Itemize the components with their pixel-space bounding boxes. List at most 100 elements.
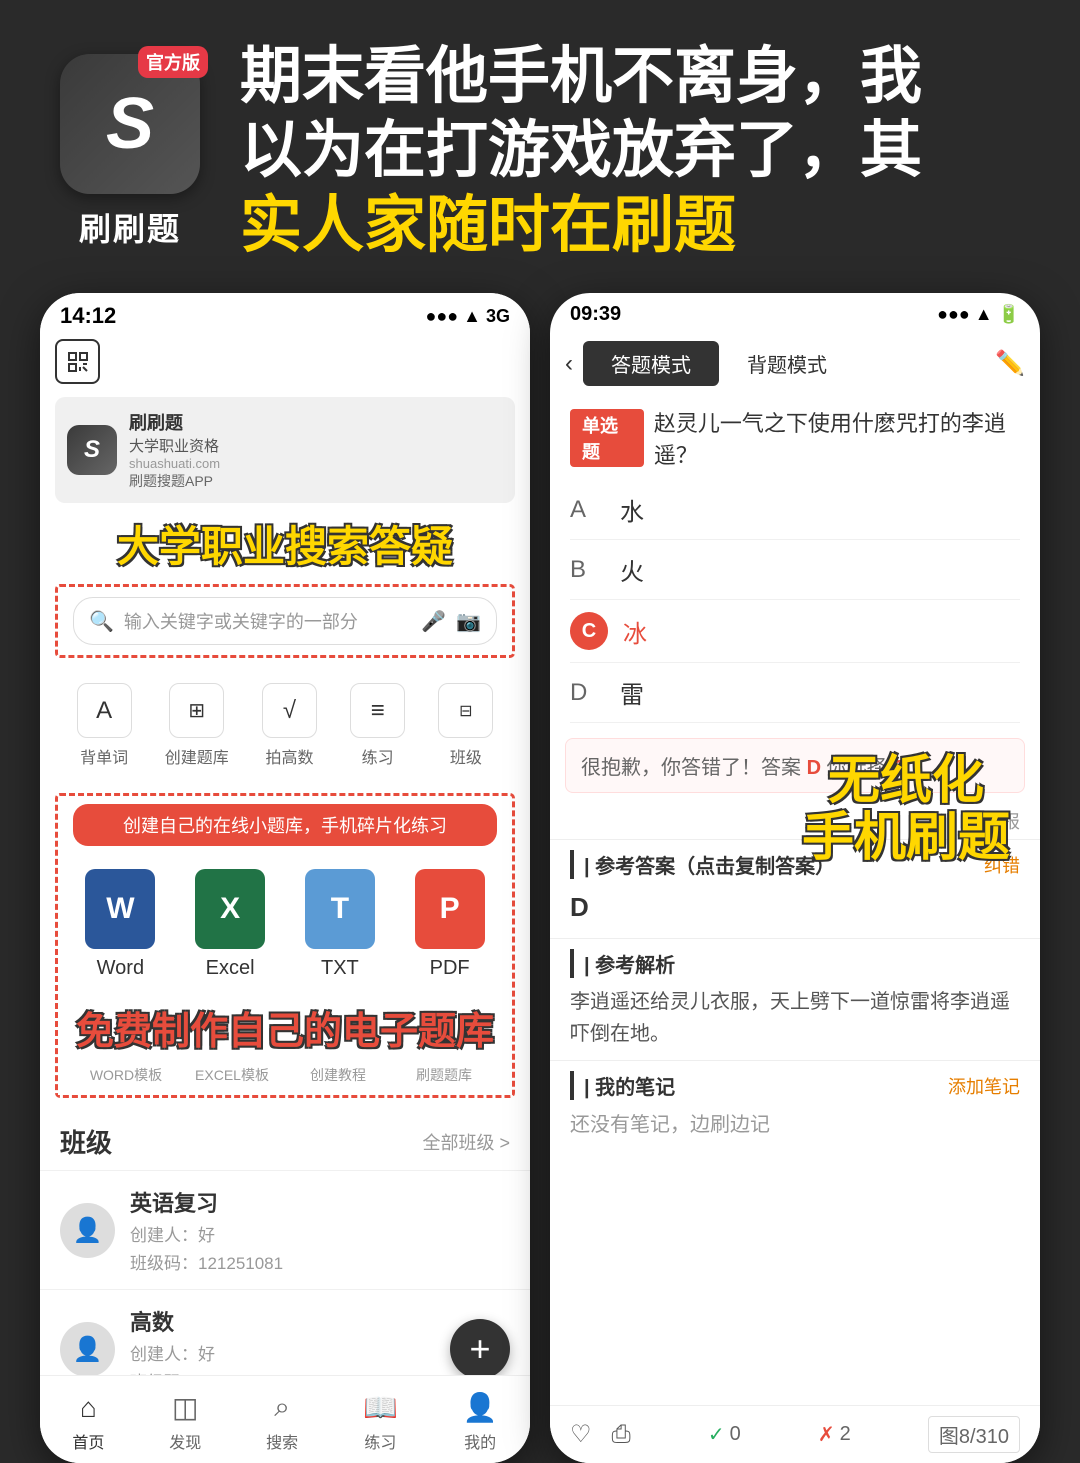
txt-label: TXT xyxy=(321,957,359,980)
nav-discover[interactable]: ◫ 发现 xyxy=(169,1391,201,1453)
headline-line2: 以为在打游戏放弃了，其 xyxy=(240,116,922,185)
selected-circle: C xyxy=(570,612,608,650)
pdf-label: PDF xyxy=(430,957,470,980)
app-icon[interactable]: 官方版 S xyxy=(60,54,200,194)
tool-create-bank[interactable]: ⊞ 创建题库 xyxy=(165,683,229,768)
scan-icon[interactable] xyxy=(55,339,100,384)
class-section-header: 班级 全部班级 > xyxy=(40,1108,530,1170)
template-tutorial[interactable]: 创建教程 xyxy=(285,1065,391,1085)
nav-profile[interactable]: 👤 我的 xyxy=(463,1391,498,1453)
reference-answer: D xyxy=(570,887,1020,928)
phones-section: 14:12 ●●● ▲ 3G S 刷刷题 大学职业 xyxy=(0,293,1080,1463)
analysis-section: | 参考解析 李逍遥还给灵儿衣服，天上劈下一道惊雷将李逍遥吓倒在地。 xyxy=(550,938,1040,1060)
file-type-excel[interactable]: X Excel xyxy=(183,869,278,980)
analysis-title: | 参考解析 xyxy=(570,949,675,978)
right-header-row: ‹ 答题模式 背题模式 ✏️ xyxy=(550,331,1040,396)
word-icon: W xyxy=(85,869,155,949)
fab-button[interactable]: + xyxy=(450,1319,510,1379)
option-a[interactable]: A 水 xyxy=(570,480,1020,540)
promo-text: 刷刷题 大学职业资格 shuashuati.com 刷题搜题APP xyxy=(129,409,503,491)
file-type-word[interactable]: W Word xyxy=(73,869,168,980)
option-c[interactable]: C 冰 xyxy=(570,600,1020,663)
back-button[interactable]: ‹ xyxy=(565,350,573,378)
search-icon: ⌕ xyxy=(274,1391,290,1424)
create-banner: 创建自己的在线小题库，手机碎片化练习 xyxy=(73,804,497,846)
app-name: 刷刷题 xyxy=(79,204,181,250)
promo-subtitle: 刷题搜题APP xyxy=(129,471,503,491)
nav-search[interactable]: ⌕ 搜索 xyxy=(266,1391,298,1453)
class-creator-english: 创建人：好 xyxy=(130,1221,510,1246)
like-icon[interactable]: ♡ xyxy=(570,1420,592,1449)
right-status-bar: 09:39 ●●● ▲ 🔋 xyxy=(550,293,1040,331)
mode-tabs: 答题模式 背题模式 xyxy=(583,341,855,386)
template-excel[interactable]: EXCEL模板 xyxy=(179,1065,285,1085)
class-info-english: 英语复习 创建人：好 班级码：121251081 xyxy=(130,1186,510,1274)
add-note-link[interactable]: 添加笔记 xyxy=(948,1073,1020,1099)
mic-icon[interactable]: 🎤 xyxy=(421,609,446,634)
correct-count: ✓ 0 xyxy=(708,1422,741,1447)
top-section: 官方版 S 刷刷题 期末看他手机不离身，我 以为在打游戏放弃了，其 实人家随时在… xyxy=(0,0,1080,293)
profile-icon: 👤 xyxy=(463,1391,498,1424)
right-phone: 09:39 ●●● ▲ 🔋 ‹ 答题模式 背题模式 ✏️ 单选题 赵灵儿一气之下… xyxy=(550,293,1040,1463)
question-text: 赵灵儿一气之下使用什麽咒打的李逍遥？ xyxy=(654,406,1020,470)
question-header: 单选题 赵灵儿一气之下使用什麽咒打的李逍遥？ xyxy=(550,396,1040,475)
app-logo-container: 官方版 S 刷刷题 xyxy=(50,54,210,250)
file-type-txt[interactable]: T TXT xyxy=(293,869,388,980)
promo-app-name: 刷刷题 xyxy=(129,409,503,435)
option-d[interactable]: D 雷 xyxy=(570,663,1020,723)
excel-icon: X xyxy=(195,869,265,949)
right-bottom-actions: ♡ ⎙ ✓ 0 ✗ 2 图8/310 xyxy=(550,1405,1040,1463)
nav-home[interactable]: ⌂ 首页 xyxy=(72,1392,104,1453)
class-name-math: 高数 xyxy=(130,1305,435,1337)
avatar-math: 👤 xyxy=(60,1322,115,1377)
options-list: A 水 B 火 C 冰 D 雷 xyxy=(550,475,1040,728)
floating-label: 无纸化 手机刷题 xyxy=(802,753,1010,867)
search-right-icons: 🎤 📷 xyxy=(421,609,481,634)
nav-practice[interactable]: 📖 练习 xyxy=(363,1391,398,1453)
edit-button[interactable]: ✏️ xyxy=(995,349,1025,378)
tool-class[interactable]: ⊟ 班级 xyxy=(438,683,493,768)
tool-practice[interactable]: ≡ 练习 xyxy=(350,683,405,768)
file-type-pdf[interactable]: P PDF xyxy=(402,869,497,980)
left-status-icons: ●●● ▲ 3G xyxy=(426,306,510,327)
template-bank[interactable]: 刷题题库 xyxy=(391,1065,497,1085)
wrong-count: ✗ 2 xyxy=(818,1422,851,1447)
practice-icon: 📖 xyxy=(363,1391,398,1424)
action-icons: ♡ ⎙ xyxy=(570,1420,631,1449)
option-b[interactable]: B 火 xyxy=(570,540,1020,600)
notes-section: | 我的笔记 添加笔记 还没有笔记，边刷边记 xyxy=(550,1060,1040,1147)
search-bar[interactable]: 🔍 输入关键字或关键字的一部分 🎤 📷 xyxy=(73,597,497,645)
pdf-icon: P xyxy=(415,869,485,949)
class-item-english[interactable]: 👤 英语复习 创建人：好 班级码：121251081 xyxy=(40,1170,530,1289)
discover-icon: ◫ xyxy=(172,1391,198,1424)
tool-vocabulary[interactable]: A 背单词 xyxy=(77,683,132,768)
file-types-grid: W Word X Excel T TXT P PDF xyxy=(58,854,512,995)
all-classes-link[interactable]: 全部班级 > xyxy=(422,1129,510,1155)
camera-icon[interactable]: 📷 xyxy=(456,609,481,634)
page-count: 图8/310 xyxy=(928,1416,1020,1453)
share-icon[interactable]: ⎙ xyxy=(612,1421,631,1449)
template-word[interactable]: WORD模板 xyxy=(73,1065,179,1085)
notes-title: | 我的笔记 xyxy=(570,1071,675,1100)
tab-answer-mode[interactable]: 答题模式 xyxy=(583,341,719,386)
class-creator-math: 创建人：好 xyxy=(130,1340,435,1365)
reference-title: | 参考答案（点击复制答案） xyxy=(570,850,835,879)
left-phone: 14:12 ●●● ▲ 3G S 刷刷题 大学职业 xyxy=(40,293,530,1463)
search-dashed-box: 🔍 输入关键字或关键字的一部分 🎤 📷 xyxy=(55,584,515,658)
create-section: 创建自己的在线小题库，手机碎片化练习 W Word X Excel T TXT … xyxy=(55,793,515,1098)
headline: 期末看他手机不离身，我 以为在打游戏放弃了，其 实人家随时在刷题 xyxy=(240,40,1030,263)
excel-label: Excel xyxy=(206,957,255,980)
left-status-bar: 14:12 ●●● ▲ 3G xyxy=(40,293,530,334)
question-type-badge: 单选题 xyxy=(570,409,644,467)
promo-desc: 大学职业资格 xyxy=(129,435,503,456)
class-section-title: 班级 xyxy=(60,1123,112,1160)
avatar-english: 👤 xyxy=(60,1203,115,1258)
tab-review-mode[interactable]: 背题模式 xyxy=(719,341,855,386)
tool-grid: A 背单词 ⊞ 创建题库 √ 拍高数 ≡ 练习 ⊟ 班级 xyxy=(40,668,530,783)
template-links: WORD模板 EXCEL模板 创建教程 刷题题库 xyxy=(58,1060,512,1095)
class-name-english: 英语复习 xyxy=(130,1186,510,1218)
tool-photo-math[interactable]: √ 拍高数 xyxy=(262,683,317,768)
promo-logo: S xyxy=(67,425,117,475)
official-badge: 官方版 xyxy=(138,46,208,78)
headline-line1: 期末看他手机不离身，我 xyxy=(240,42,922,111)
